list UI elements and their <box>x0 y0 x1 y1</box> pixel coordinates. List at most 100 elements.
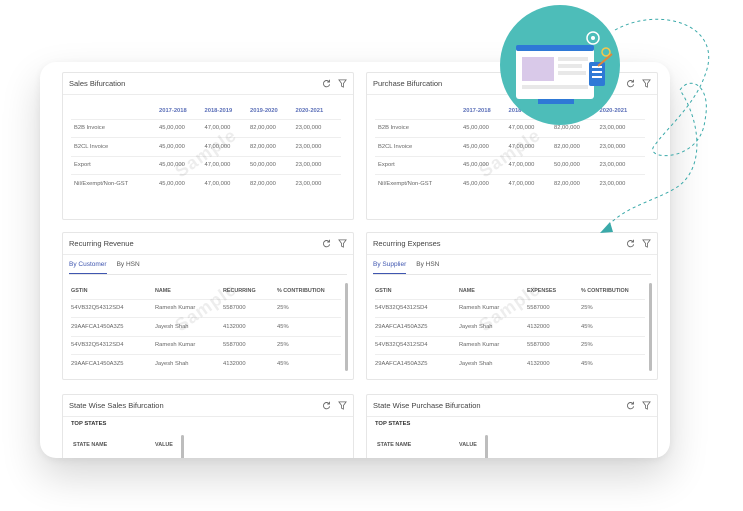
recurring-revenue-table: GSTIN NAME RECURRING % CONTRIBUTION 54VB… <box>71 283 341 373</box>
table-header-row: GSTIN NAME EXPENSES % CONTRIBUTION <box>375 283 645 299</box>
table-cell: 4132000 <box>527 354 581 373</box>
refresh-icon[interactable] <box>322 401 331 410</box>
vertical-scrollbar[interactable] <box>649 283 652 371</box>
table-cell: 45% <box>277 317 341 336</box>
table-cell: 23,00,000 <box>599 118 645 138</box>
column-header: STATE NAME <box>73 442 108 448</box>
tab-by-hsn[interactable]: By HSN <box>416 261 439 274</box>
table-cell: 25% <box>581 335 645 355</box>
column-header: 2019-2020 <box>554 107 582 114</box>
table-cell: 25% <box>277 298 341 318</box>
filter-icon[interactable] <box>338 239 347 248</box>
tab-by-hsn[interactable]: By HSN <box>117 261 140 274</box>
table-cell: 50,00,000 <box>554 155 600 175</box>
column-header: NAME <box>155 287 171 294</box>
panel-title: Recurring Revenue <box>69 239 134 248</box>
state-sales-panel: State Wise Sales Bifurcation TOP STATES … <box>62 394 354 458</box>
vertical-scrollbar[interactable] <box>345 283 348 371</box>
column-header: % CONTRIBUTION <box>277 287 325 294</box>
table-cell: B2CL Invoice <box>71 137 159 156</box>
filter-icon[interactable] <box>338 401 347 410</box>
table-cell: Nil/Exempt/Non-GST <box>71 174 159 193</box>
table-cell: B2B Invoice <box>71 118 159 138</box>
panel-title: Sales Bifurcation <box>69 79 126 88</box>
table-cell: Ramesh Kumar <box>459 335 527 355</box>
recurring-revenue-panel: Recurring Revenue By Customer By HSN GST… <box>62 232 354 380</box>
table-cell: 45,00,000 <box>463 174 509 193</box>
table-cell: 25% <box>581 298 645 318</box>
table-cell: 23,00,000 <box>295 155 341 175</box>
table-row: B2CL Invoice 45,00,000 47,00,000 82,00,0… <box>71 137 341 156</box>
table-row: Export 45,00,000 47,00,000 50,00,000 23,… <box>375 155 645 175</box>
column-header: VALUE <box>155 442 173 448</box>
table-cell: 29AAFCA1450A3Z5 <box>375 317 459 336</box>
table-cell: 54VB32Q54312SD4 <box>71 335 155 355</box>
table-cell: 47,00,000 <box>204 155 250 175</box>
column-header: 2017-2018 <box>159 107 187 114</box>
table-header-row: 2017-2018 2018-2019 2019-2020 2020-2021 <box>71 103 341 119</box>
filter-icon[interactable] <box>338 79 347 88</box>
filter-icon[interactable] <box>642 79 651 88</box>
table-cell: 82,00,000 <box>554 174 600 193</box>
table-cell: 29AAFCA1450A3Z5 <box>375 354 459 373</box>
refresh-icon[interactable] <box>626 401 635 410</box>
table-cell: 50,00,000 <box>250 155 296 175</box>
panel-header: Purchase Bifurcation <box>367 73 657 95</box>
column-header: 2018-2019 <box>204 107 233 114</box>
table-cell: 45,00,000 <box>463 137 509 156</box>
table-cell: 47,00,000 <box>508 118 554 138</box>
recurring-expenses-panel: Recurring Expenses By Supplier By HSN GS… <box>366 232 658 380</box>
panel-header: State Wise Sales Bifurcation <box>63 395 353 417</box>
panel-header: Sales Bifurcation <box>63 73 353 95</box>
table-cell: 54VB32Q54312SD4 <box>375 298 459 318</box>
table-cell: B2B Invoice <box>375 118 463 138</box>
top-states-label: TOP STATES <box>375 421 411 427</box>
table-cell: 25% <box>277 335 341 355</box>
top-states-label: TOP STATES <box>71 421 107 427</box>
table-cell: Nil/Exempt/Non-GST <box>375 174 463 193</box>
table-cell: 45,00,000 <box>159 174 205 193</box>
refresh-icon[interactable] <box>322 239 331 248</box>
vertical-scrollbar[interactable] <box>485 435 488 458</box>
table-cell: 45% <box>581 354 645 373</box>
table-cell: 5587000 <box>527 335 581 355</box>
table-cell: Jayesh Shah <box>459 317 527 336</box>
table-cell: 47,00,000 <box>204 174 250 193</box>
table-row: 29AAFCA1450A3Z5 Jayesh Shah 4132000 45% <box>375 354 645 373</box>
table-row: 54VB32Q54312SD4 Ramesh Kumar 5587000 25% <box>71 335 341 355</box>
tab-by-supplier[interactable]: By Supplier <box>373 261 407 274</box>
vertical-scrollbar[interactable] <box>181 435 184 458</box>
table-cell: 82,00,000 <box>250 174 296 193</box>
refresh-icon[interactable] <box>626 79 635 88</box>
table-cell: 47,00,000 <box>508 155 554 175</box>
filter-icon[interactable] <box>642 401 651 410</box>
column-header: % CONTRIBUTION <box>581 287 629 294</box>
table-cell: 82,00,000 <box>554 137 600 156</box>
column-header: 2019-2020 <box>250 107 278 114</box>
table-cell: Jayesh Shah <box>155 354 223 373</box>
tab-by-customer[interactable]: By Customer <box>69 261 107 274</box>
state-purchase-panel: State Wise Purchase Bifurcation TOP STAT… <box>366 394 658 458</box>
dashboard-card: Sales Bifurcation 2017-2018 2018-2019 20… <box>40 62 670 458</box>
table-cell: 82,00,000 <box>554 118 600 138</box>
table-cell: 45% <box>277 354 341 373</box>
table-cell: 45,00,000 <box>159 155 205 175</box>
table-cell: 45,00,000 <box>463 155 509 175</box>
table-header-row: GSTIN NAME RECURRING % CONTRIBUTION <box>71 283 341 299</box>
column-header: 2018-2019 <box>508 107 537 114</box>
table-cell: 54VB32Q54312SD4 <box>375 335 459 355</box>
refresh-icon[interactable] <box>322 79 331 88</box>
filter-icon[interactable] <box>642 239 651 248</box>
table-cell: 47,00,000 <box>508 137 554 156</box>
table-cell: 23,00,000 <box>599 174 645 193</box>
state-purchase-table: STATE NAME VALUE <box>377 439 487 451</box>
column-header: VALUE <box>459 442 477 448</box>
refresh-icon[interactable] <box>626 239 635 248</box>
table-row: 29AAFCA1450A3Z5 Jayesh Shah 4132000 45% <box>71 317 341 336</box>
table-cell: 23,00,000 <box>295 118 341 138</box>
table-cell: Ramesh Kumar <box>155 298 223 318</box>
table-row: 54VB32Q54312SD4 Ramesh Kumar 5587000 25% <box>375 298 645 318</box>
state-sales-table: STATE NAME VALUE <box>73 439 183 451</box>
table-cell: 82,00,000 <box>250 118 296 138</box>
table-cell: 47,00,000 <box>204 118 250 138</box>
